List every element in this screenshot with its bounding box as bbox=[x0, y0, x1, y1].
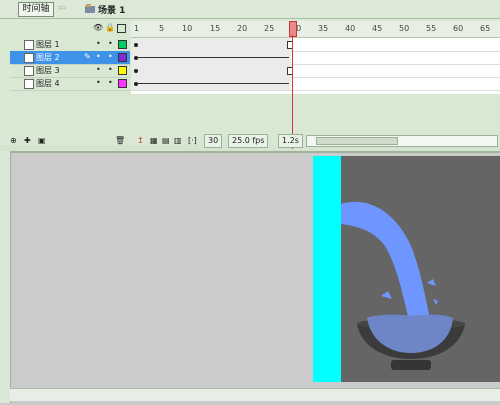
add-layer-icon[interactable]: ⊕ bbox=[10, 135, 17, 146]
layer-name: 图层 3 bbox=[36, 66, 60, 75]
visibility-dot[interactable]: • bbox=[96, 79, 101, 87]
visibility-dot[interactable]: • bbox=[96, 40, 101, 48]
ruler-label: 20 bbox=[237, 24, 248, 33]
visibility-dot[interactable]: • bbox=[96, 53, 101, 61]
layer-row-3[interactable]: 图层 3 • • bbox=[10, 64, 130, 78]
ruler-label: 1 bbox=[134, 24, 140, 33]
bowl-base bbox=[391, 360, 431, 370]
ruler-label: 5 bbox=[159, 24, 165, 33]
layer-row-2[interactable]: 图层 2 ✎ • • bbox=[10, 51, 130, 65]
edit-multiple-frames-icon[interactable]: ▥ bbox=[174, 135, 182, 146]
ruler-label: 60 bbox=[453, 24, 464, 33]
scene-label[interactable]: 场景 1 bbox=[98, 3, 125, 16]
layer-page-icon bbox=[24, 40, 34, 50]
layer-page-icon bbox=[24, 79, 34, 89]
layer-name: 图层 1 bbox=[36, 40, 60, 49]
frame-row[interactable] bbox=[131, 77, 500, 91]
modify-onion-markers-icon[interactable]: [·] bbox=[188, 135, 197, 146]
lock-dot[interactable]: • bbox=[108, 53, 113, 61]
current-frame-field: 30 bbox=[204, 134, 223, 148]
ruler-label: 55 bbox=[426, 24, 437, 33]
lock-dot[interactable]: • bbox=[108, 66, 113, 74]
ruler-label: 50 bbox=[399, 24, 410, 33]
ruler-label: 40 bbox=[345, 24, 356, 33]
back-arrow-icon[interactable]: ⇦ bbox=[58, 3, 70, 15]
visibility-dot[interactable]: • bbox=[96, 66, 101, 74]
left-panel-strip bbox=[0, 151, 11, 403]
water-drop bbox=[427, 279, 436, 286]
keyframe-dot[interactable] bbox=[134, 69, 138, 73]
water-drop bbox=[381, 291, 392, 299]
layer-page-icon bbox=[24, 66, 34, 76]
scrollbar-thumb[interactable] bbox=[316, 137, 398, 145]
ruler-label: 45 bbox=[372, 24, 383, 33]
frame-row[interactable] bbox=[131, 51, 500, 65]
top-bar bbox=[0, 0, 500, 19]
frame-span bbox=[131, 38, 291, 51]
lock-icon[interactable]: 🔒 bbox=[105, 23, 115, 33]
tween-arrow bbox=[137, 83, 289, 84]
frame-span bbox=[131, 64, 291, 77]
layers-header: 👁 🔒 bbox=[10, 21, 130, 37]
layer-color-swatch[interactable] bbox=[118, 66, 127, 75]
layer-color-swatch[interactable] bbox=[118, 79, 127, 88]
pencil-icon: ✎ bbox=[84, 52, 91, 61]
stage-horizontal-scrollbar[interactable] bbox=[10, 388, 500, 401]
frame-rate-field: 25.0 fps bbox=[228, 134, 269, 148]
add-folder-icon[interactable]: ▣ bbox=[38, 135, 46, 146]
outline-icon[interactable] bbox=[117, 24, 126, 33]
scene-icon bbox=[85, 4, 95, 13]
tween-arrow bbox=[137, 57, 289, 58]
delete-layer-icon[interactable]: 🗑 bbox=[115, 135, 125, 146]
ruler-label: 15 bbox=[210, 24, 221, 33]
ruler-label: 65 bbox=[480, 24, 491, 33]
layer-color-swatch[interactable] bbox=[118, 40, 127, 49]
lock-dot[interactable]: • bbox=[108, 40, 113, 48]
timeline-tab[interactable]: 时间轴 bbox=[18, 2, 54, 17]
frame-ruler[interactable]: 1 5 10 15 20 25 30 35 40 45 50 55 60 65 bbox=[131, 21, 500, 38]
layer-name: 图层 2 bbox=[36, 53, 60, 62]
ruler-label: 25 bbox=[264, 24, 275, 33]
center-frame-icon[interactable]: ↥ bbox=[137, 135, 144, 146]
onion-outline-icon[interactable]: ▤ bbox=[162, 135, 170, 146]
playhead-line bbox=[292, 35, 293, 149]
ruler-label: 10 bbox=[182, 24, 193, 33]
water-stream[interactable] bbox=[341, 201, 430, 320]
layer-name: 图层 4 bbox=[36, 79, 60, 88]
eye-icon[interactable]: 👁 bbox=[93, 23, 103, 33]
layer-page-icon bbox=[24, 53, 34, 63]
water-drop bbox=[433, 299, 438, 305]
stage-artwork[interactable] bbox=[313, 156, 500, 382]
onion-skin-icon[interactable]: ▦ bbox=[150, 135, 158, 146]
layer-row-1[interactable]: 图层 1 • • bbox=[10, 38, 130, 52]
playhead-handle[interactable] bbox=[289, 21, 297, 37]
layer-row-4[interactable]: 图层 4 • • bbox=[10, 77, 130, 91]
frames-grid[interactable] bbox=[131, 38, 500, 94]
ruler-label: 35 bbox=[318, 24, 329, 33]
frame-row[interactable] bbox=[131, 64, 500, 78]
keyframe-dot[interactable] bbox=[134, 43, 138, 47]
layer-color-swatch[interactable] bbox=[118, 53, 127, 62]
add-guide-icon[interactable]: ✚ bbox=[24, 135, 31, 146]
frame-row[interactable] bbox=[131, 38, 500, 52]
lock-dot[interactable]: • bbox=[108, 79, 113, 87]
elapsed-time-field: 1.2s bbox=[278, 134, 303, 148]
